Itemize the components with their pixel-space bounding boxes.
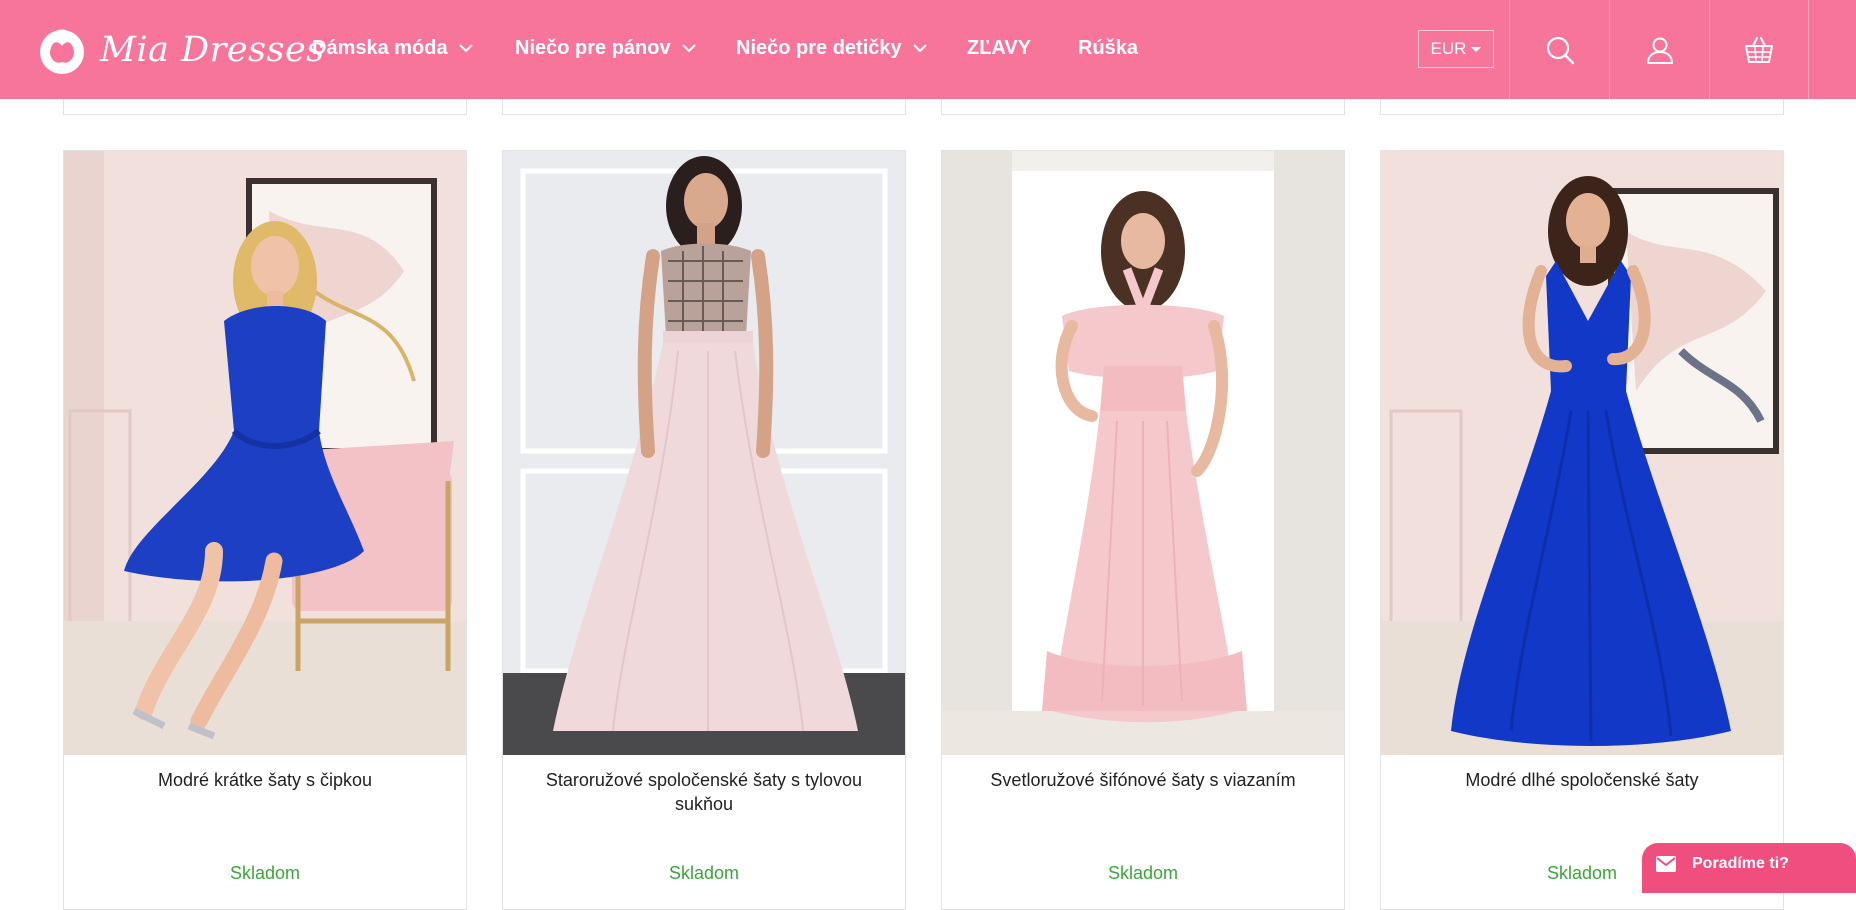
nav-label: Niečo pre detičky: [736, 37, 902, 59]
nav-label: ZĽAVY: [967, 37, 1032, 59]
product-card[interactable]: Svetloružové šifónové šaty s viazaním Sk…: [941, 150, 1345, 910]
currency-select[interactable]: EUR: [1418, 30, 1494, 68]
swan-logo-icon: [40, 29, 84, 74]
nav-label: Dámska móda: [312, 37, 448, 59]
caret-down-icon: [1471, 46, 1482, 52]
site-header: Mia Dresses Dámska móda Niečo pre pánov …: [0, 0, 1856, 99]
product-image[interactable]: [1381, 151, 1783, 755]
currency-value: EUR: [1430, 39, 1467, 58]
product-image[interactable]: [503, 151, 905, 755]
search-button[interactable]: [1509, 0, 1609, 99]
product-photo: [942, 151, 1344, 755]
logo-text: Mia Dresses: [100, 30, 325, 70]
product-title[interactable]: Svetloružové šifónové šaty s viazaním: [962, 768, 1324, 792]
product-card[interactable]: Modré dlhé spoločenské šaty Skladom: [1380, 150, 1784, 910]
nav-item-damska-moda[interactable]: Dámska móda: [312, 37, 473, 60]
nav-item-nieco-pre-deticky[interactable]: Niečo pre detičky: [736, 37, 927, 60]
product-card[interactable]: Modré krátke šaty s čipkou Skladom: [63, 150, 467, 910]
stock-status: Skladom: [668, 863, 740, 883]
user-icon: [1646, 37, 1673, 64]
product-image[interactable]: [64, 151, 466, 755]
search-icon: [1546, 36, 1574, 64]
basket-icon: [1745, 36, 1773, 63]
cart-button[interactable]: [1709, 0, 1809, 99]
product-image[interactable]: [942, 151, 1344, 755]
stock-status: Skladom: [1107, 863, 1179, 883]
chevron-down-icon: [681, 44, 696, 53]
nav-item-nieco-pre-panov[interactable]: Niečo pre pánov: [515, 37, 696, 60]
product-title[interactable]: Staroružové spoločenské šaty s tylovou s…: [523, 768, 885, 816]
logo[interactable]: Mia Dresses: [36, 24, 325, 76]
nav-item-ruska[interactable]: Rúška: [1078, 37, 1138, 60]
chat-button[interactable]: Poradíme ti?: [1642, 843, 1856, 893]
envelope-icon: [1656, 856, 1676, 872]
nav-label: Rúška: [1078, 37, 1139, 59]
stock-status: Skladom: [229, 863, 301, 883]
product-title[interactable]: Modré krátke šaty s čipkou: [84, 768, 446, 792]
account-button[interactable]: [1609, 0, 1709, 99]
product-photo: [1381, 151, 1783, 755]
nav-item-zlavy[interactable]: ZĽAVY: [967, 37, 1031, 60]
chevron-down-icon: [912, 44, 927, 53]
product-card[interactable]: Staroružové spoločenské šaty s tylovou s…: [502, 150, 906, 910]
product-photo: [64, 151, 466, 755]
nav-label: Niečo pre pánov: [515, 37, 671, 59]
product-title[interactable]: Modré dlhé spoločenské šaty: [1401, 768, 1763, 792]
chat-label: Poradíme ti?: [1692, 855, 1789, 872]
product-photo: [503, 151, 905, 755]
chevron-down-icon: [458, 44, 473, 53]
